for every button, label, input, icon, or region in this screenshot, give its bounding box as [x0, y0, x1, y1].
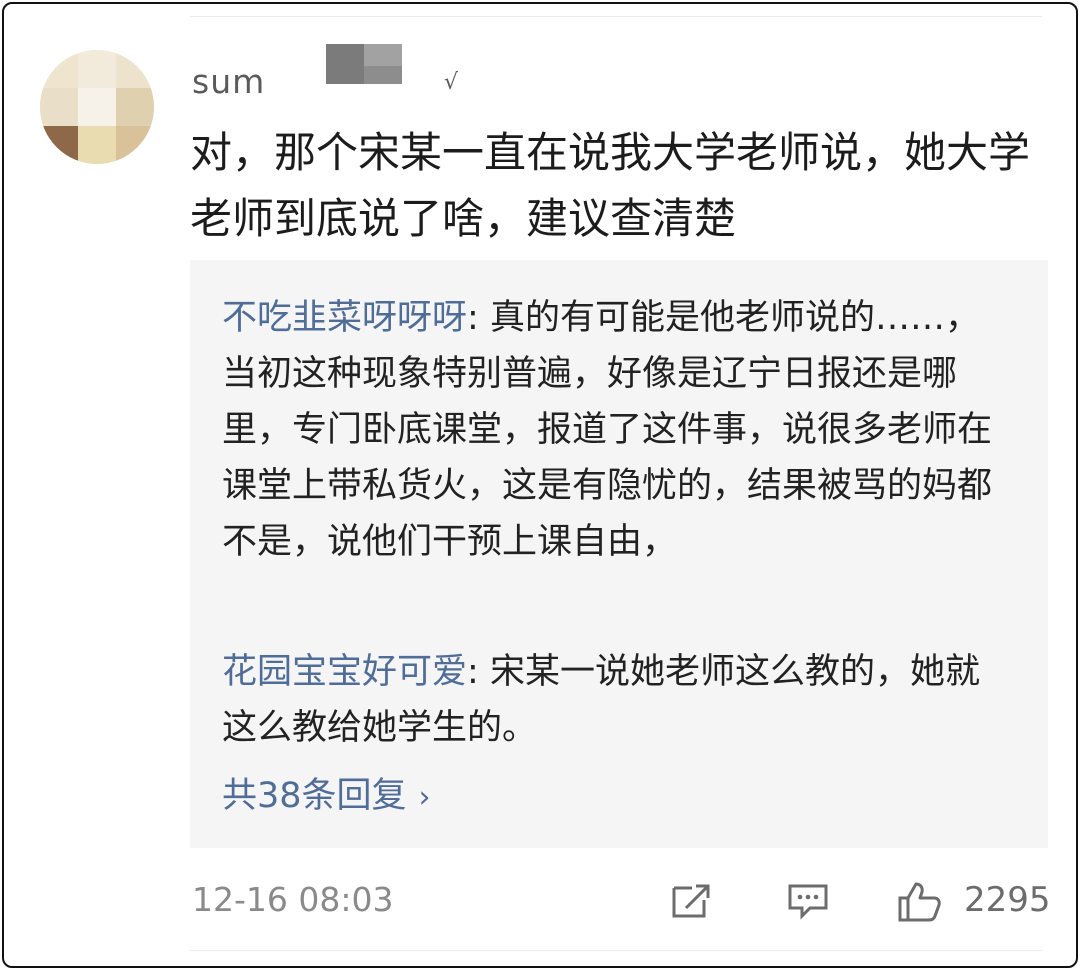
reply-author[interactable]: 不吃韭菜呀呀呀	[222, 298, 467, 338]
comment-text: 对，那个宋某一直在说我大学老师说，她大学老师到底说了啥，建议查清楚	[190, 128, 1031, 243]
top-divider	[190, 16, 1042, 17]
chevron-right-icon: ›	[418, 780, 431, 815]
bottom-divider	[190, 950, 1042, 951]
username-mosaic	[326, 44, 402, 84]
thumbs-up-icon[interactable]	[896, 880, 944, 924]
avatar[interactable]	[40, 50, 154, 164]
reply-author[interactable]: 花园宝宝好可爱	[222, 652, 467, 692]
reply-separator: :	[467, 652, 490, 692]
reply-item[interactable]: 不吃韭菜呀呀呀: 真的有可能是他老师说的……，当初这种现象特别普遍，好像是辽宁日…	[222, 290, 1012, 570]
comment-icon[interactable]	[786, 880, 830, 920]
more-replies-link[interactable]: 共38条回复 ›	[222, 772, 431, 822]
more-replies-label: 共38条回复	[222, 776, 407, 816]
like-count: 2295	[964, 880, 1051, 920]
comment-card: sum √ 对，那个宋某一直在说我大学老师说，她大学老师到底说了啥，建议查清楚 …	[2, 2, 1078, 968]
verified-mark: √	[444, 70, 459, 95]
replies-panel[interactable]: 不吃韭菜呀呀呀: 真的有可能是他老师说的……，当初这种现象特别普遍，好像是辽宁日…	[190, 260, 1048, 848]
share-icon[interactable]	[670, 880, 714, 920]
reply-item[interactable]: 花园宝宝好可爱: 宋某一说她老师这么教的，她就这么教给她学生的。	[222, 644, 1012, 756]
username[interactable]: sum	[192, 62, 265, 101]
comment-timestamp: 12-16 08:03	[192, 880, 394, 919]
reply-separator: :	[467, 298, 490, 338]
